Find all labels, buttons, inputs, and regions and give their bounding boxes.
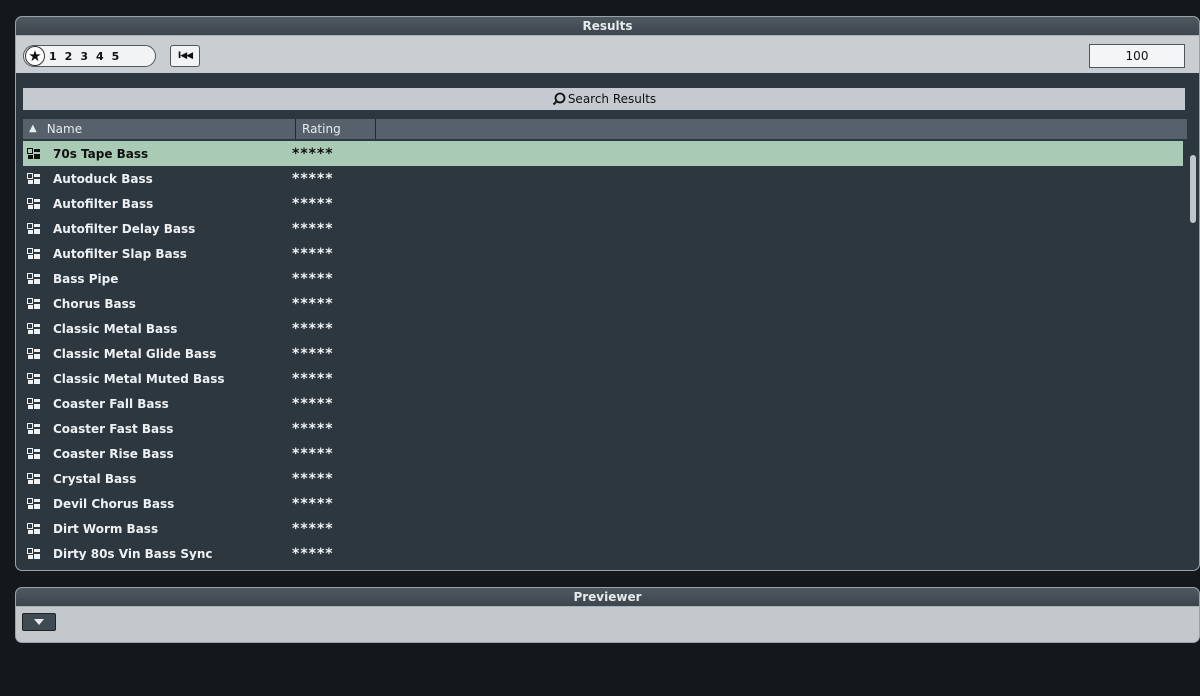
preset-name: Autoduck Bass — [53, 171, 153, 186]
preset-rating: ***** — [292, 520, 334, 537]
preset-name: Chorus Bass — [53, 296, 136, 311]
preset-icon — [27, 222, 40, 234]
preset-icon — [27, 397, 40, 409]
results-list-area: Search Results ▲ Name Rating 70s Tape Ba… — [16, 73, 1199, 570]
results-title: Results — [16, 17, 1199, 36]
rewind-button[interactable]: I◀◀ — [170, 45, 200, 67]
preset-icon — [27, 247, 40, 259]
result-row[interactable]: Classic Metal Bass ***** — [23, 316, 1183, 341]
column-header: ▲ Name Rating — [23, 119, 1187, 139]
preset-icon — [27, 147, 40, 159]
preset-name: Crystal Bass — [53, 471, 137, 486]
result-row[interactable]: Autofilter Bass ***** — [23, 191, 1183, 216]
result-row[interactable]: 70s Tape Bass ***** — [23, 141, 1183, 166]
preset-name: Autofilter Delay Bass — [53, 221, 196, 236]
preset-name: Dirt Worm Bass — [53, 521, 159, 536]
preset-name: Dirty 80s Vin Bass Sync — [53, 546, 213, 561]
preset-rating: ***** — [292, 445, 334, 462]
result-row[interactable]: Coaster Fall Bass ***** — [23, 391, 1183, 416]
result-row[interactable]: Autoduck Bass ***** — [23, 166, 1183, 191]
result-row[interactable]: Crystal Bass ***** — [23, 466, 1183, 491]
preset-rating: ***** — [292, 395, 334, 412]
rating-filter-option[interactable]: 3 — [80, 50, 88, 63]
preset-icon — [27, 447, 40, 459]
preset-name: 70s Tape Bass — [53, 146, 149, 161]
result-row[interactable]: Classic Metal Glide Bass ***** — [23, 341, 1183, 366]
preset-name: Bass Pipe — [53, 271, 119, 286]
preset-icon — [27, 472, 40, 484]
result-row[interactable]: Autofilter Slap Bass ***** — [23, 241, 1183, 266]
result-row[interactable]: Classic Metal Muted Bass ***** — [23, 366, 1183, 391]
previewer-title: Previewer — [16, 588, 1199, 607]
preset-icon — [27, 547, 40, 559]
preset-name: Coaster Fast Bass — [53, 421, 174, 436]
preset-icon — [27, 422, 40, 434]
preset-rating: ***** — [292, 245, 334, 262]
result-row[interactable]: Bass Pipe ***** — [23, 266, 1183, 291]
preset-name: Autofilter Slap Bass — [53, 246, 187, 261]
preset-icon — [27, 522, 40, 534]
result-row[interactable]: Coaster Fast Bass ***** — [23, 416, 1183, 441]
preset-icon — [27, 347, 40, 359]
preset-rating: ***** — [292, 495, 334, 512]
previewer-panel: Previewer — [15, 587, 1200, 643]
results-toolbar: ★ 1 2 3 4 5 I◀◀ 100 — [16, 36, 1199, 72]
preset-name: Devil Chorus Bass — [53, 496, 175, 511]
result-row[interactable]: Dirty 80s Vin Bass Sync ***** — [23, 541, 1183, 560]
result-count-field[interactable]: 100 — [1089, 44, 1185, 68]
preset-rating: ***** — [292, 220, 334, 237]
previewer-toolbar — [16, 607, 1199, 642]
rating-filter-option[interactable]: 4 — [96, 50, 104, 63]
preset-rating: ***** — [292, 420, 334, 437]
search-results-button[interactable]: Search Results — [23, 88, 1185, 110]
preset-name: Classic Metal Bass — [53, 321, 178, 336]
results-panel: Results ★ 1 2 3 4 5 I◀◀ 100 Search Resul… — [15, 16, 1200, 571]
preset-name: Coaster Fall Bass — [53, 396, 169, 411]
preset-rating: ***** — [292, 545, 334, 561]
preset-name: Autofilter Bass — [53, 196, 154, 211]
preset-rating: ***** — [292, 145, 334, 162]
preset-rating: ***** — [292, 320, 334, 337]
results-list: 70s Tape Bass ***** Autoduck Bass ***** Auto… — [23, 141, 1183, 560]
rating-column-header[interactable]: Rating — [296, 119, 376, 139]
name-column-label: Name — [46, 122, 83, 136]
result-row[interactable]: Coaster Rise Bass ***** — [23, 441, 1183, 466]
preset-rating: ***** — [292, 370, 334, 387]
preset-name: Classic Metal Glide Bass — [53, 346, 217, 361]
rating-column-label: Rating — [302, 122, 341, 136]
rating-filter[interactable]: ★ 1 2 3 4 5 — [23, 45, 156, 67]
preset-rating: ***** — [292, 195, 334, 212]
search-icon — [552, 92, 566, 106]
star-icon[interactable]: ★ — [25, 46, 45, 66]
previewer-toggle-button[interactable] — [22, 613, 56, 631]
preset-icon — [27, 272, 40, 284]
preset-icon — [27, 497, 40, 509]
preset-rating: ***** — [292, 270, 334, 287]
preset-icon — [27, 297, 40, 309]
preset-name: Classic Metal Muted Bass — [53, 371, 225, 386]
result-row[interactable]: Devil Chorus Bass ***** — [23, 491, 1183, 516]
preset-icon — [27, 372, 40, 384]
search-results-label: Search Results — [567, 92, 657, 106]
preset-icon — [27, 322, 40, 334]
sort-ascending-icon: ▲ — [29, 123, 37, 134]
preset-rating: ***** — [292, 470, 334, 487]
preset-rating: ***** — [292, 345, 334, 362]
result-row[interactable]: Autofilter Delay Bass ***** — [23, 216, 1183, 241]
preset-name: Coaster Rise Bass — [53, 446, 174, 461]
name-column-header[interactable]: ▲ Name — [23, 119, 296, 139]
preset-icon — [27, 172, 40, 184]
dropdown-arrow-icon — [34, 619, 44, 625]
vertical-scrollbar[interactable] — [1190, 155, 1196, 223]
rewind-icon: I◀◀ — [177, 51, 193, 61]
preset-icon — [27, 197, 40, 209]
rating-filter-option[interactable]: 1 — [49, 50, 57, 63]
result-row[interactable]: Chorus Bass ***** — [23, 291, 1183, 316]
rating-filter-option[interactable]: 2 — [65, 50, 73, 63]
rating-filter-option[interactable]: 5 — [112, 50, 120, 63]
preset-rating: ***** — [292, 170, 334, 187]
result-row[interactable]: Dirt Worm Bass ***** — [23, 516, 1183, 541]
preset-rating: ***** — [292, 295, 334, 312]
